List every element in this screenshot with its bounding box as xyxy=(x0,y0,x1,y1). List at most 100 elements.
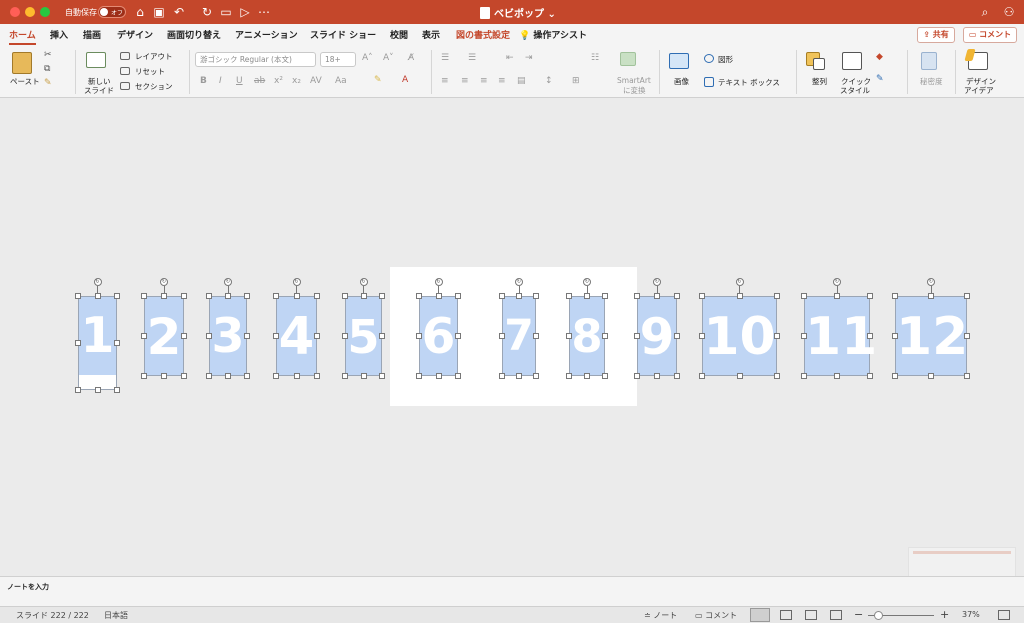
resize-handle[interactable] xyxy=(244,293,250,299)
search-icon[interactable]: ⌕ xyxy=(977,4,993,20)
home-icon[interactable]: ⌂ xyxy=(132,4,148,20)
account-icon[interactable]: ⚇ xyxy=(1001,4,1017,20)
resize-handle[interactable] xyxy=(674,333,680,339)
resize-handle[interactable] xyxy=(206,333,212,339)
cut-icon[interactable]: ✂ xyxy=(44,50,52,60)
resize-handle[interactable] xyxy=(699,293,705,299)
resize-handle[interactable] xyxy=(892,373,898,379)
save-icon[interactable]: ▣ xyxy=(151,4,167,20)
columns-icon[interactable]: ☷ xyxy=(591,53,599,63)
resize-handle[interactable] xyxy=(499,293,505,299)
resize-handle[interactable] xyxy=(774,293,780,299)
zoom-out-button[interactable]: − xyxy=(854,608,863,621)
tab-draw[interactable]: 描画 xyxy=(83,28,101,41)
increase-indent-icon[interactable]: ⇥ xyxy=(525,53,533,63)
undo-icon[interactable]: ↶ xyxy=(171,4,187,20)
change-case-icon[interactable]: Aa xyxy=(335,76,347,86)
resize-handle[interactable] xyxy=(141,293,147,299)
quick-style-icon[interactable] xyxy=(842,52,862,70)
resize-handle[interactable] xyxy=(273,373,279,379)
resize-handle[interactable] xyxy=(225,373,231,379)
bullets-icon[interactable]: ☰ xyxy=(441,53,449,63)
slide-sorter-icon[interactable] xyxy=(780,610,792,620)
section-button[interactable]: セクション xyxy=(135,81,173,92)
resize-handle[interactable] xyxy=(774,333,780,339)
maximize-window-button[interactable] xyxy=(40,7,50,17)
format-painter-icon[interactable]: ✎ xyxy=(44,78,52,88)
strikethrough-icon[interactable]: ab xyxy=(254,76,265,86)
tab-tell-me[interactable]: 💡 操作アシスト xyxy=(519,28,587,41)
resize-handle[interactable] xyxy=(892,293,898,299)
align-right-icon[interactable]: ≡ xyxy=(480,76,488,86)
resize-handle[interactable] xyxy=(181,293,187,299)
resize-handle[interactable] xyxy=(602,373,608,379)
resize-handle[interactable] xyxy=(379,293,385,299)
rotate-handle[interactable]: ↻ xyxy=(833,278,841,286)
tab-transitions[interactable]: 画面切り替え xyxy=(167,28,221,41)
image-icon[interactable] xyxy=(669,53,689,69)
resize-handle[interactable] xyxy=(94,387,101,393)
resize-handle[interactable] xyxy=(867,373,873,379)
resize-handle[interactable] xyxy=(928,373,934,379)
text-direction-icon[interactable]: ⊞ xyxy=(572,76,580,86)
number-shape[interactable]: 10 xyxy=(702,296,777,376)
number-shape[interactable]: 8 xyxy=(569,296,605,376)
resize-handle[interactable] xyxy=(699,373,705,379)
resize-handle[interactable] xyxy=(654,373,660,379)
resize-handle[interactable] xyxy=(114,293,120,299)
number-shape[interactable]: 11 xyxy=(804,296,877,376)
tab-picture-format[interactable]: 図の書式設定 xyxy=(456,28,510,41)
resize-handle[interactable] xyxy=(75,293,81,299)
reading-view-icon[interactable] xyxy=(805,610,817,620)
resize-handle[interactable] xyxy=(801,373,807,379)
resize-handle[interactable] xyxy=(114,387,120,393)
resize-handle[interactable] xyxy=(379,333,385,339)
resize-handle[interactable] xyxy=(964,333,970,339)
tab-view[interactable]: 表示 xyxy=(422,28,440,41)
resize-handle[interactable] xyxy=(244,373,250,379)
resize-handle[interactable] xyxy=(181,373,187,379)
zoom-in-button[interactable]: + xyxy=(940,608,949,621)
resize-handle[interactable] xyxy=(244,333,250,339)
rotate-handle[interactable]: ↻ xyxy=(160,278,168,286)
resize-handle[interactable] xyxy=(161,373,167,379)
resize-handle[interactable] xyxy=(181,333,187,339)
resize-handle[interactable] xyxy=(273,293,279,299)
resize-handle[interactable] xyxy=(342,293,348,299)
resize-handle[interactable] xyxy=(867,333,873,339)
sensitivity-icon[interactable] xyxy=(921,52,937,70)
smartart-icon[interactable] xyxy=(620,52,636,66)
comments-button[interactable]: ▭ コメント xyxy=(963,27,1017,43)
resize-handle[interactable] xyxy=(379,373,385,379)
slide-canvas[interactable]: 1 ↻ 2 ↻ 3 ↻ 4 ↻ 5 ↻ 6 ↻ 7 ↻ 8 ↻ 9 ↻ 10 ↻ 11 ↻ 12 ↻ xyxy=(0,98,1024,607)
resize-handle[interactable] xyxy=(455,373,461,379)
tab-slideshow[interactable]: スライド ショー xyxy=(310,28,376,41)
resize-handle[interactable] xyxy=(634,293,640,299)
resize-handle[interactable] xyxy=(141,333,147,339)
new-slide-icon[interactable] xyxy=(86,52,106,68)
resize-handle[interactable] xyxy=(293,373,300,379)
font-size-select[interactable]: 18+ xyxy=(320,52,356,67)
rotate-handle[interactable]: ↻ xyxy=(359,278,368,286)
comments-toggle[interactable]: ▭ コメント xyxy=(695,610,737,621)
resize-handle[interactable] xyxy=(584,373,590,379)
resize-handle[interactable] xyxy=(516,373,522,379)
rotate-handle[interactable]: ↻ xyxy=(292,278,301,286)
highlight-icon[interactable]: ✎ xyxy=(374,75,382,85)
resize-handle[interactable] xyxy=(674,293,680,299)
justify-icon[interactable]: ≡ xyxy=(498,76,506,86)
rotate-handle[interactable]: ↻ xyxy=(735,278,744,286)
tab-review[interactable]: 校閲 xyxy=(390,28,408,41)
subscript-icon[interactable]: x₂ xyxy=(292,76,301,86)
resize-handle[interactable] xyxy=(533,293,539,299)
resize-handle[interactable] xyxy=(342,373,348,379)
resize-handle[interactable] xyxy=(867,293,873,299)
font-name-select[interactable]: 游ゴシック Regular (本文) xyxy=(195,52,316,67)
resize-handle[interactable] xyxy=(75,387,81,393)
resize-handle[interactable] xyxy=(435,373,442,379)
notes-toggle[interactable]: ≐ ノート xyxy=(644,610,677,621)
align-left-icon[interactable]: ≡ xyxy=(441,76,449,86)
number-shape[interactable]: 3 xyxy=(209,296,247,376)
redo-icon[interactable]: ↻ xyxy=(199,4,215,20)
rotate-handle[interactable]: ↻ xyxy=(653,278,661,286)
